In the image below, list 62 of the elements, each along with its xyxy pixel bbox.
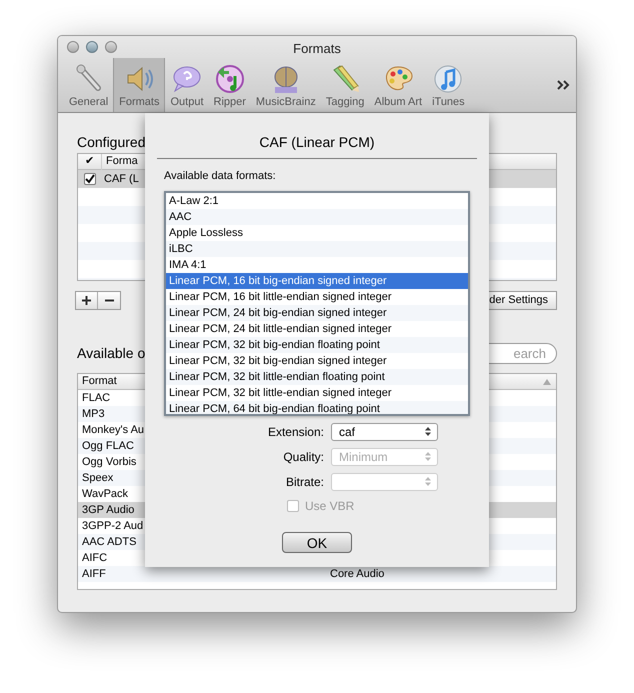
checkbox-label: Use VBR xyxy=(305,498,354,514)
list-item[interactable]: Linear PCM, 32 bit little-endian floating point xyxy=(166,368,468,384)
toolbar-tab[interactable]: Tagging xyxy=(320,58,370,112)
disc-music-icon xyxy=(214,64,245,94)
toolbar-tab[interactable]: Album Art xyxy=(369,58,428,112)
table-cell: Ogg Vorbis xyxy=(82,456,136,468)
list-item[interactable]: A-Law 2:1 xyxy=(166,192,468,208)
list-item[interactable]: Linear PCM, 24 bit big-endian signed integer xyxy=(166,304,468,320)
column-header: Format xyxy=(81,374,117,390)
table-cell: 3GP Audio xyxy=(82,504,134,516)
close-button[interactable] xyxy=(67,40,79,53)
overflow-chevron-icon[interactable] xyxy=(557,80,570,90)
table-cell: 3GPP-2 Aud xyxy=(82,520,144,532)
list-item[interactable]: Linear PCM, 64 bit big-endian floating point xyxy=(166,400,468,414)
section-heading: Available o xyxy=(77,344,146,362)
checkbox[interactable] xyxy=(84,173,96,185)
minimize-button[interactable] xyxy=(86,40,98,53)
plus-icon xyxy=(82,296,91,305)
music-note-icon xyxy=(433,64,464,94)
table-cell: WavPack xyxy=(82,488,128,500)
up-down-arrows-icon xyxy=(425,427,431,436)
list-item[interactable]: iLBC xyxy=(166,240,468,256)
table-cell-text: CAF (L xyxy=(104,172,139,187)
list-item[interactable]: Linear PCM, 24 bit little-endian signed integer xyxy=(166,320,468,336)
section-heading: Configured xyxy=(77,133,146,151)
toolbar-tab[interactable]: Output xyxy=(165,58,209,112)
toolbar-tab[interactable]: MusicBrainz xyxy=(250,58,321,112)
table-cell: AIFC xyxy=(82,552,108,564)
table-cell: AIFF xyxy=(82,568,106,580)
list-item[interactable]: Linear PCM, 16 bit little-endian signed integer xyxy=(166,288,468,304)
field-label: Quality: xyxy=(282,448,325,466)
table-cell: FLAC xyxy=(82,392,110,404)
table-cell: Ogg FLAC xyxy=(82,440,134,452)
table-cell: Monkey's Au xyxy=(82,424,144,436)
field-label: Bitrate: xyxy=(284,474,325,490)
table-cell: MP3 xyxy=(82,408,105,420)
sort-arrow-icon[interactable] xyxy=(543,378,551,384)
toolbar-tab[interactable]: iTunes xyxy=(427,58,470,112)
list-item[interactable]: Linear PCM, 16 bit big-endian signed integer xyxy=(166,272,468,288)
toolbar-tab[interactable]: Formats xyxy=(113,58,166,112)
list-item[interactable]: Apple Lossless xyxy=(166,224,468,240)
toolbar-tab[interactable]: Ripper xyxy=(208,58,251,112)
speech-bubble-icon xyxy=(172,64,202,94)
column-header: Forma xyxy=(105,154,138,170)
list-item[interactable]: Linear PCM, 32 bit big-endian signed integer xyxy=(166,352,468,368)
table-cell-text: Core Audio xyxy=(330,566,384,582)
table-cell: Speex xyxy=(82,472,114,484)
up-down-arrows-icon xyxy=(425,452,431,461)
up-down-arrows-icon xyxy=(425,477,431,486)
ok-button[interactable]: OK xyxy=(282,532,352,552)
toolbar-tab[interactable]: General xyxy=(64,58,114,112)
list-item[interactable]: IMA 4:1 xyxy=(166,256,468,272)
list-item[interactable]: Linear PCM, 32 bit little-endian signed integer xyxy=(166,384,468,400)
list-item[interactable]: Linear PCM, 32 bit big-endian floating point xyxy=(166,336,468,352)
field-label: Extension: xyxy=(266,424,325,440)
popup-button[interactable]: caf xyxy=(331,422,438,440)
sheet-title: CAF (Linear PCM) xyxy=(259,133,375,151)
list-item[interactable]: AAC xyxy=(166,208,468,224)
list-label: Available data formats: xyxy=(164,169,276,184)
zoom-button[interactable] xyxy=(105,40,117,53)
table-cell: AAC ADTS xyxy=(82,536,136,548)
window-title: Formats xyxy=(293,40,341,58)
